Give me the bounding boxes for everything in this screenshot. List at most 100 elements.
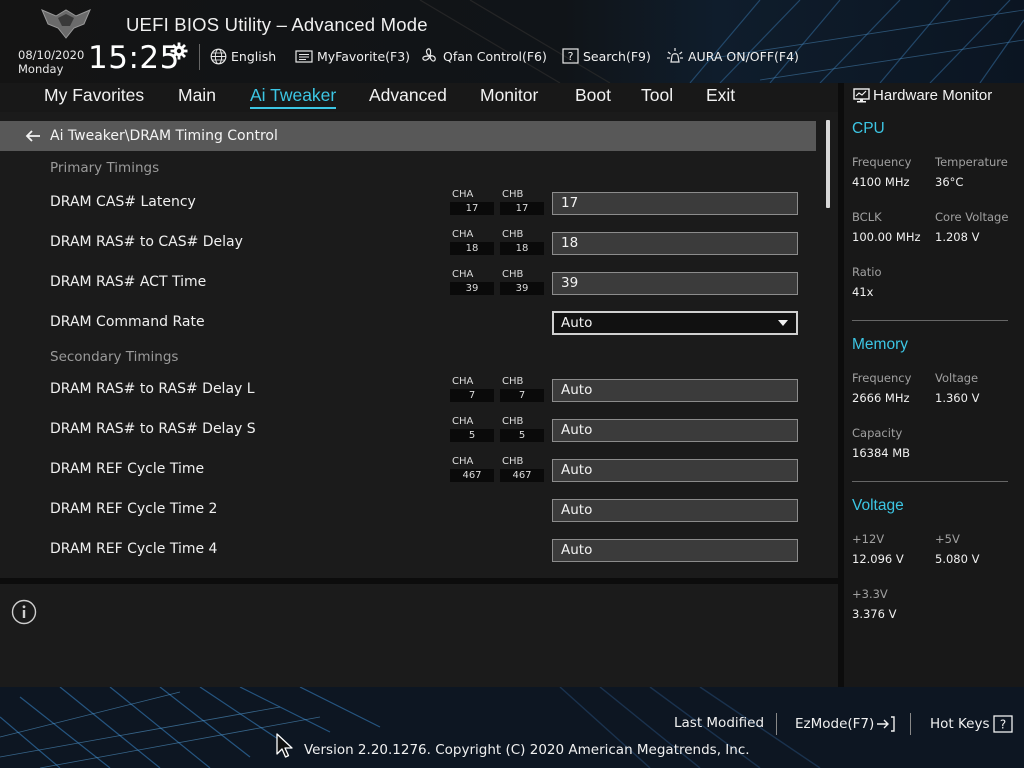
hardware-monitor-panel: Hardware Monitor CPU Frequency Temperatu… (844, 83, 1024, 687)
scrollbar[interactable] (826, 120, 830, 208)
setting-label: DRAM RAS# to CAS# Delay (50, 234, 243, 250)
date-display: 08/10/2020 Monday (18, 48, 84, 76)
monitor-icon (853, 87, 870, 102)
footer-divider (910, 713, 911, 735)
channel-a-value: 5 (450, 429, 494, 442)
dram-ras-to-ras-delay-l-input[interactable]: Auto (552, 379, 798, 402)
settings-panel: Ai Tweaker\DRAM Timing Control Primary T… (0, 112, 838, 578)
memory-capacity-value: 16384 MB (852, 446, 911, 460)
channel-b-value: 39 (500, 282, 544, 295)
tab-tool[interactable]: Tool (641, 85, 673, 106)
cpu-frequency-value: 4100 MHz (852, 175, 910, 189)
hot-keys-button[interactable]: Hot Keys ? (930, 715, 1013, 733)
dram-ref-cycle-time-2-input[interactable]: Auto (552, 499, 798, 522)
v5-value: 5.080 V (935, 552, 980, 566)
ratio-label: Ratio (852, 265, 882, 279)
dram-ras-to-ras-delay-s-input[interactable]: Auto (552, 419, 798, 442)
channel-a-label: CHA (452, 416, 474, 427)
language-label: English (231, 48, 277, 64)
clock-display: 15:25 (88, 40, 180, 76)
channel-a-readout: CHA 5 (450, 416, 494, 442)
cpu-frequency-label: Frequency (852, 155, 912, 169)
day-text: Monday (18, 62, 64, 76)
back-arrow-icon[interactable] (24, 129, 42, 143)
ezmode-button[interactable]: EzMode(F7) (795, 715, 896, 733)
channel-b-label: CHB (502, 189, 524, 200)
channel-b-value: 7 (500, 389, 544, 402)
tab-boot[interactable]: Boot (575, 85, 611, 106)
v33-value: 3.376 V (852, 607, 897, 621)
channel-a-readout: CHA 39 (450, 269, 494, 295)
svg-text:?: ? (568, 50, 574, 63)
setting-label: DRAM CAS# Latency (50, 194, 196, 210)
tuf-gaming-logo-icon (41, 9, 91, 39)
setting-label: DRAM Command Rate (50, 314, 205, 330)
version-copyright-text: Version 2.20.1276. Copyright (C) 2020 Am… (304, 742, 750, 758)
search-help-icon: ? (562, 48, 579, 64)
aura-toggle-button[interactable]: AURA ON/OFF(F4) (666, 46, 799, 66)
search-button[interactable]: ? Search(F9) (562, 46, 651, 66)
channel-a-value: 39 (450, 282, 494, 295)
last-modified-button[interactable]: Last Modified (674, 715, 764, 731)
channel-b-value: 5 (500, 429, 544, 442)
memory-capacity-label: Capacity (852, 426, 903, 440)
memory-frequency-label: Frequency (852, 371, 912, 385)
exit-arrow-icon (877, 716, 895, 732)
cpu-section-title: CPU (852, 120, 885, 137)
globe-icon (210, 48, 227, 64)
channel-a-readout: CHA 18 (450, 229, 494, 255)
search-label: Search(F9) (583, 48, 651, 64)
favorite-icon (295, 49, 313, 63)
channel-b-label: CHB (502, 269, 524, 280)
channel-b-value: 467 (500, 469, 544, 482)
tab-advanced[interactable]: Advanced (369, 85, 447, 106)
channel-a-label: CHA (452, 456, 474, 467)
language-button[interactable]: English (210, 46, 276, 66)
memory-section-title: Memory (852, 336, 908, 353)
channel-b-readout: CHB 7 (500, 376, 544, 402)
breadcrumb[interactable]: Ai Tweaker\DRAM Timing Control (0, 121, 816, 151)
hardware-monitor-header: Hardware Monitor (844, 83, 1024, 107)
dram-ref-cycle-time-4-input[interactable]: Auto (552, 539, 798, 562)
channel-b-readout: CHB 17 (500, 189, 544, 215)
channel-a-value: 18 (450, 242, 494, 255)
memory-voltage-value: 1.360 V (935, 391, 980, 405)
mouse-cursor-icon (276, 733, 293, 758)
core-voltage-value: 1.208 V (935, 230, 980, 244)
setting-label: DRAM RAS# to RAS# Delay L (50, 381, 255, 397)
header-bar: UEFI BIOS Utility – Advanced Mode 08/10/… (0, 0, 1024, 83)
bclk-value: 100.00 MHz (852, 230, 921, 244)
myfavorite-button[interactable]: MyFavorite(F3) (295, 46, 410, 66)
memory-frequency-value: 2666 MHz (852, 391, 910, 405)
tab-monitor[interactable]: Monitor (480, 85, 538, 106)
info-icon (11, 599, 37, 625)
hardware-monitor-title: Hardware Monitor (873, 86, 993, 104)
gear-icon[interactable] (170, 42, 188, 60)
qfan-control-button[interactable]: Qfan Control(F6) (421, 46, 547, 66)
dram-ref-cycle-time-input[interactable]: Auto (552, 459, 798, 482)
channel-b-readout: CHB 39 (500, 269, 544, 295)
hot-keys-label: Hot Keys (930, 716, 990, 732)
dram-ras-to-cas-delay-input[interactable]: 18 (552, 232, 798, 255)
channel-a-value: 17 (450, 202, 494, 215)
v12-value: 12.096 V (852, 552, 904, 566)
tab-my-favorites[interactable]: My Favorites (44, 85, 144, 106)
tab-main[interactable]: Main (178, 85, 216, 106)
footer-bar: Last Modified EzMode(F7) Hot Keys ? Vers… (0, 687, 1024, 768)
svg-text:?: ? (999, 718, 1005, 732)
qfan-control-label: Qfan Control(F6) (443, 48, 547, 64)
hw-divider (852, 481, 1008, 482)
dram-ras-act-time-input[interactable]: 39 (552, 272, 798, 295)
tab-ai-tweaker[interactable]: Ai Tweaker (250, 85, 337, 109)
hw-divider (852, 320, 1008, 321)
aura-toggle-label: AURA ON/OFF(F4) (688, 48, 799, 64)
channel-b-label: CHB (502, 456, 524, 467)
channel-a-label: CHA (452, 189, 474, 200)
tab-exit[interactable]: Exit (706, 85, 735, 106)
date-text: 08/10/2020 (18, 48, 85, 62)
setting-label: DRAM RAS# ACT Time (50, 274, 207, 290)
fan-icon (422, 48, 436, 62)
channel-a-label: CHA (452, 229, 474, 240)
dram-command-rate-select[interactable]: Auto (552, 311, 798, 335)
dram-cas-latency-input[interactable]: 17 (552, 192, 798, 215)
